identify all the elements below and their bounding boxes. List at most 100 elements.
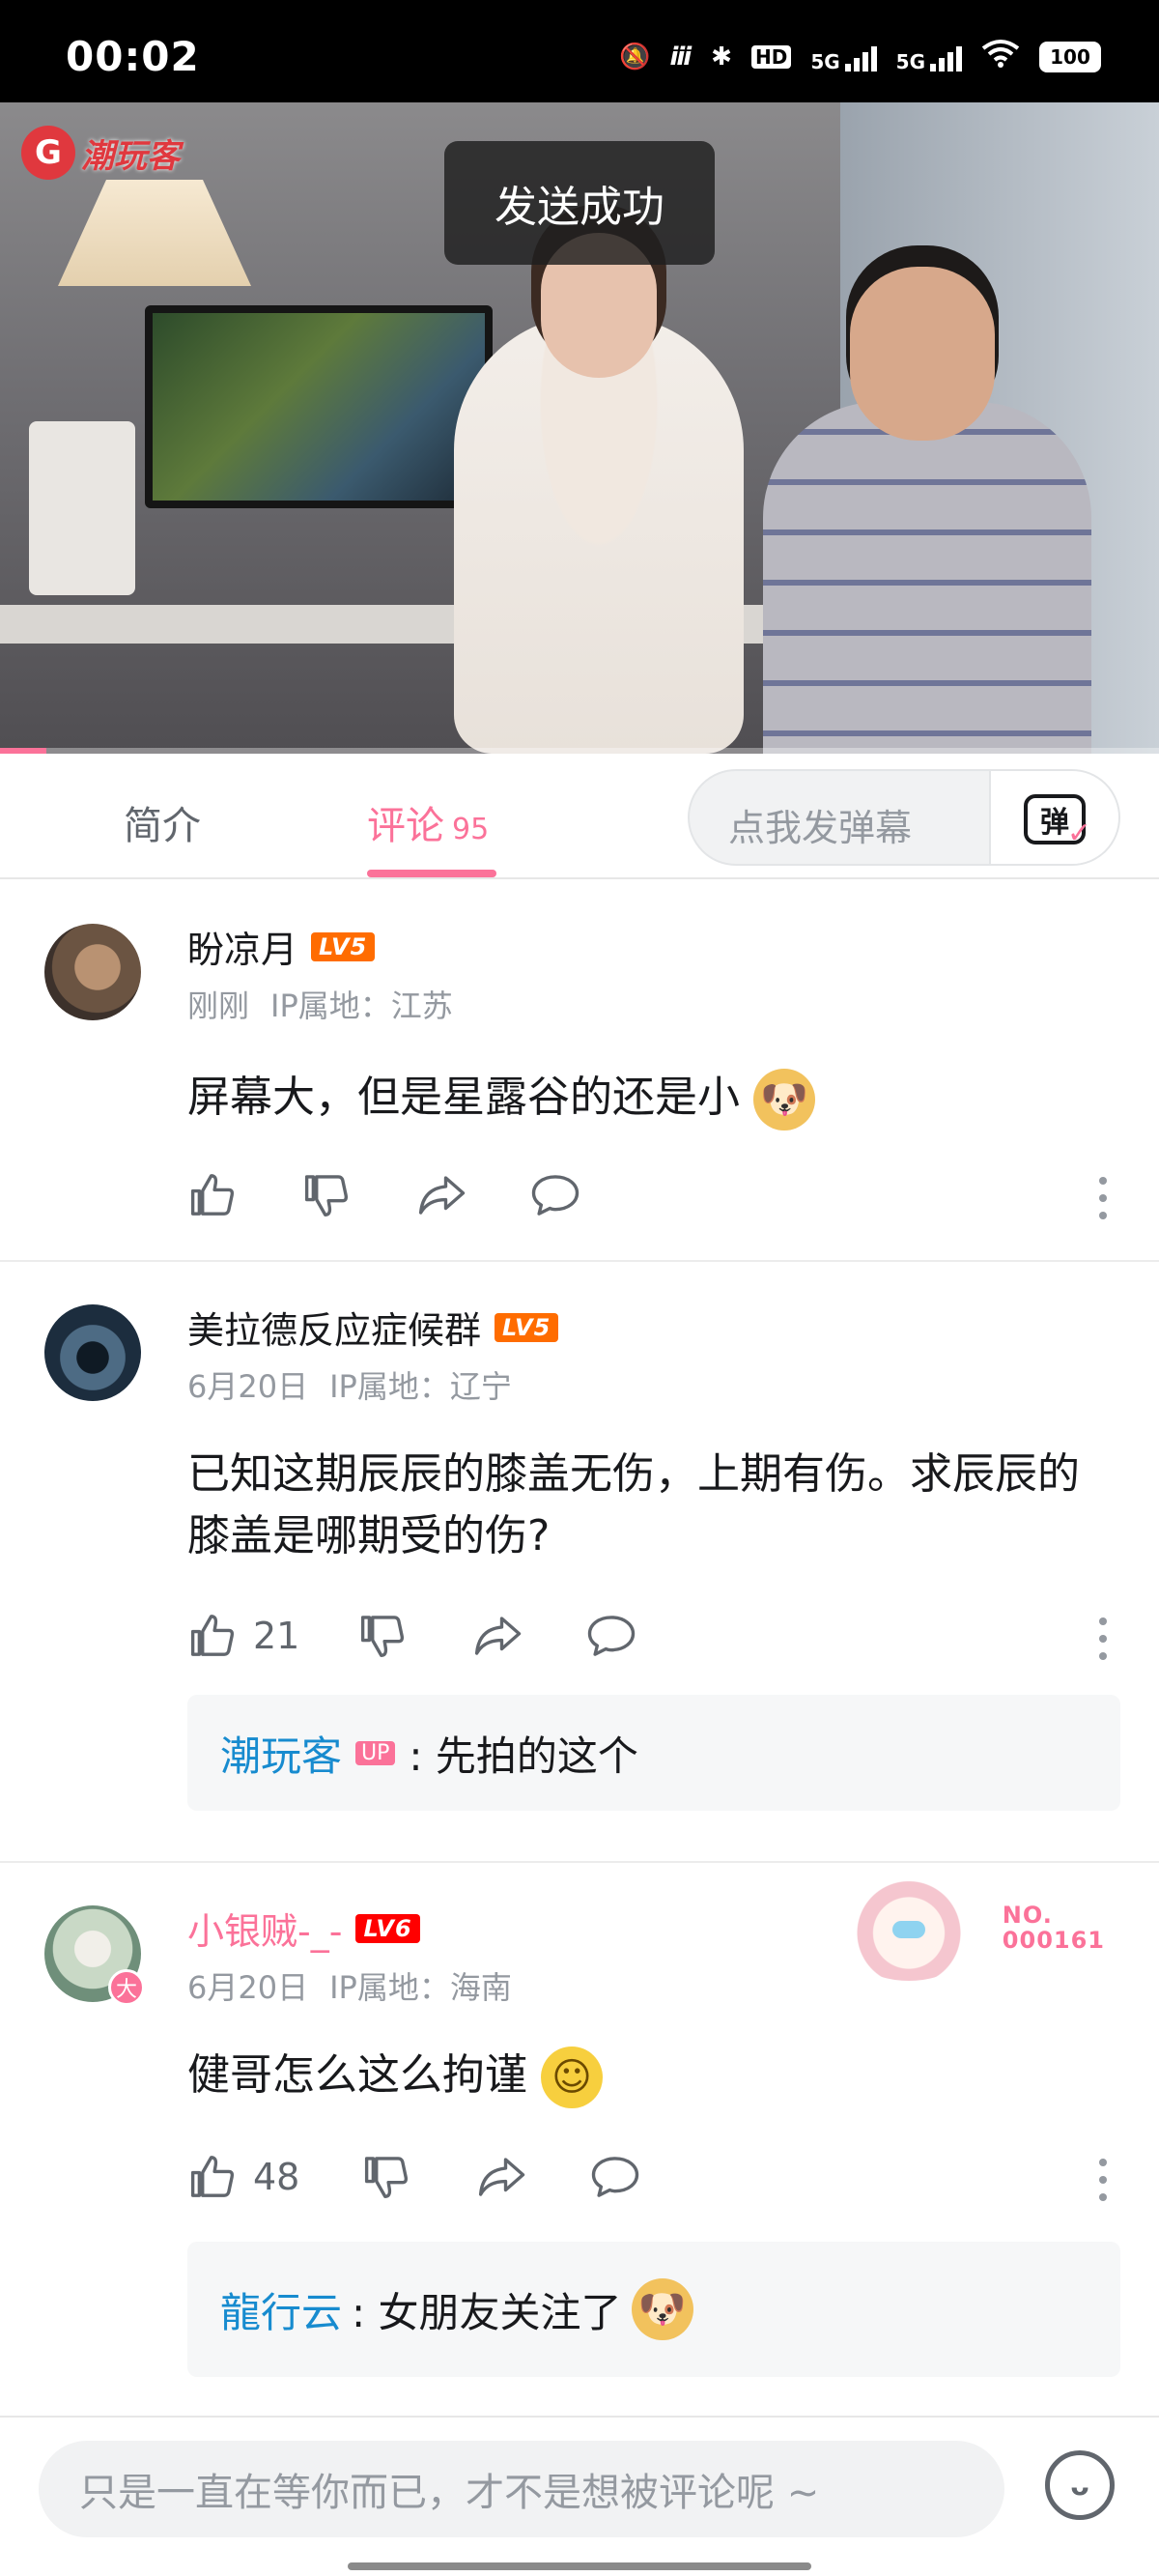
level-badge: LV5	[495, 1312, 559, 1342]
more-options-icon[interactable]	[1099, 1177, 1109, 1223]
comment-time: 刚刚	[187, 987, 250, 1024]
like-count: 48	[253, 2156, 300, 2198]
bluetooth-icon: ✱	[711, 42, 732, 72]
comment-item: 美拉德反应症候群 LV5 6月20日 IP属地：辽宁 已知这期辰辰的膝盖无伤，上…	[0, 1262, 1159, 1861]
channel-watermark: G 潮玩客	[21, 126, 180, 180]
thumbs-up-icon	[190, 1174, 235, 1216]
more-options-icon[interactable]	[1099, 2159, 1109, 2205]
level-badge: LV5	[311, 931, 376, 961]
comment-ip: IP属地：海南	[329, 1969, 512, 2006]
comment-content: 屏幕大，但是星露谷的还是小 🐶	[187, 1067, 1115, 1131]
status-time: 00:02	[66, 33, 200, 80]
comment-actions: 21	[187, 1610, 637, 1662]
comment-content: 已知这期辰辰的膝盖无伤，上期有伤。求辰辰的膝盖是哪期受的伤?	[187, 1449, 1080, 1560]
thumbs-down-icon	[304, 1175, 349, 1216]
share-icon	[478, 2158, 525, 2196]
scene-person-left	[454, 315, 744, 754]
tab-intro[interactable]: 简介	[124, 794, 201, 850]
comment-actions	[187, 1169, 581, 1221]
username[interactable]: 小银贼-_-	[187, 1902, 342, 1955]
comment-item: 盼凉月 LV5 刚刚 IP属地：江苏 屏幕大，但是星露谷的还是小 🐶	[0, 881, 1159, 1260]
username[interactable]: 美拉德反应症候群	[187, 1301, 481, 1354]
mute-icon: 🔕	[619, 42, 651, 72]
reply-username[interactable]: 龍行云	[220, 2280, 342, 2339]
grin-emoji-icon: ☺	[541, 2046, 603, 2108]
like-button[interactable]	[187, 1169, 301, 1221]
tab-comments[interactable]: 评论 95	[367, 794, 489, 850]
chat-bubble-icon	[531, 1175, 580, 1216]
doge-emoji-icon: 🐶	[753, 1069, 815, 1131]
battery-icon: 100	[1039, 41, 1101, 72]
signal-icon: 5G	[810, 43, 877, 72]
hd-icon: HD	[750, 44, 792, 69]
comment-meta: 6月20日 IP属地：辽宁	[187, 1362, 512, 1407]
comment-item: 大 小银贼-_- LV6 NO. 000161 6月20日 IP属地：海南 健哥…	[0, 1863, 1159, 2414]
reply-button[interactable]	[529, 1169, 581, 1221]
comment-input[interactable]: 只是一直在等你而已，才不是想被评论呢 ~	[39, 2441, 1004, 2537]
avatar-badge: 大	[108, 1969, 145, 2006]
like-button[interactable]: 21	[187, 1610, 357, 1662]
toast-message: 发送成功	[444, 141, 715, 265]
danmaku-toggle-button[interactable]: 弹 ✓	[989, 771, 1118, 864]
status-icons: 🔕 ⅲ ✱ HD 5G 5G 100	[619, 39, 1101, 74]
like-count: 21	[253, 1615, 300, 1657]
share-icon	[474, 1617, 522, 1655]
home-indicator[interactable]	[348, 2562, 811, 2570]
fan-card-image	[835, 1875, 981, 1981]
comment-meta: 刚刚 IP属地：江苏	[187, 982, 453, 1026]
danmaku-bar[interactable]: 点我发弹幕 弹 ✓	[688, 769, 1120, 866]
comment-time: 6月20日	[187, 1969, 309, 2006]
emoji-picker-icon[interactable]: ᴗ	[1045, 2450, 1115, 2520]
avatar[interactable]: 大	[44, 1905, 145, 2006]
comment-time: 6月20日	[187, 1368, 309, 1405]
share-button[interactable]	[471, 1610, 585, 1662]
like-button[interactable]: 48	[187, 2151, 361, 2203]
dislike-button[interactable]	[301, 1169, 415, 1221]
reply-text: : 女朋友关注了	[352, 2288, 622, 2336]
danmaku-icon: 弹 ✓	[1024, 794, 1091, 850]
danmaku-input[interactable]: 点我发弹幕	[728, 798, 912, 851]
doge-emoji-icon: 🐶	[631, 2278, 693, 2340]
active-tab-indicator	[367, 870, 496, 877]
share-icon	[418, 1176, 466, 1215]
tab-comments-label: 评论	[367, 804, 444, 848]
avatar[interactable]	[44, 924, 141, 1020]
scene-lamp	[58, 180, 251, 286]
status-bar: 00:02 🔕 ⅲ ✱ HD 5G 5G 100	[0, 0, 1159, 102]
comment-ip: IP属地：辽宁	[329, 1368, 512, 1405]
comment-content: 健哥怎么这么拘谨 ☺	[187, 2045, 1115, 2108]
wifi-icon	[981, 39, 1020, 74]
thumbs-up-icon	[190, 2156, 235, 2197]
fan-card[interactable]: NO. 000161	[835, 1875, 1105, 1981]
thumbs-down-icon	[360, 1616, 405, 1657]
reply-preview[interactable]: 龍行云 : 女朋友关注了 🐶	[187, 2242, 1120, 2377]
scene-person-right	[763, 402, 1091, 754]
reply-button[interactable]	[589, 2151, 641, 2203]
reply-button[interactable]	[585, 1610, 637, 1662]
video-player[interactable]: G 潮玩客 发送成功	[0, 102, 1159, 754]
scene-monitor	[145, 305, 493, 508]
comment-ip: IP属地：江苏	[270, 987, 453, 1024]
signal-icon-2: 5G	[896, 43, 962, 72]
tab-comments-count: 95	[452, 813, 490, 846]
reply-preview[interactable]: 潮玩客 UP : 先拍的这个	[187, 1695, 1120, 1811]
share-button[interactable]	[415, 1169, 529, 1221]
reply-username[interactable]: 潮玩客	[220, 1724, 342, 1783]
chat-bubble-icon	[587, 1616, 636, 1656]
dislike-button[interactable]	[361, 2151, 475, 2203]
avatar[interactable]	[44, 1304, 141, 1401]
logo-icon: G	[21, 126, 75, 180]
up-badge: UP	[355, 1740, 396, 1765]
nfc-icon: ⅲ	[669, 42, 693, 72]
username[interactable]: 盼凉月	[187, 920, 297, 973]
scene-speaker	[29, 421, 135, 595]
share-button[interactable]	[475, 2151, 589, 2203]
comment-input-bar: 只是一直在等你而已，才不是想被评论呢 ~ ᴗ	[0, 2416, 1159, 2576]
reply-text: : 先拍的这个	[409, 1732, 638, 1780]
thumbs-down-icon	[364, 2157, 409, 2198]
level-badge: LV6	[355, 1913, 420, 1943]
comment-actions: 48	[187, 2151, 641, 2203]
more-options-icon[interactable]	[1099, 1617, 1109, 1664]
tab-bar: 简介 评论 95 点我发弹幕 弹 ✓	[0, 754, 1159, 879]
dislike-button[interactable]	[357, 1610, 471, 1662]
